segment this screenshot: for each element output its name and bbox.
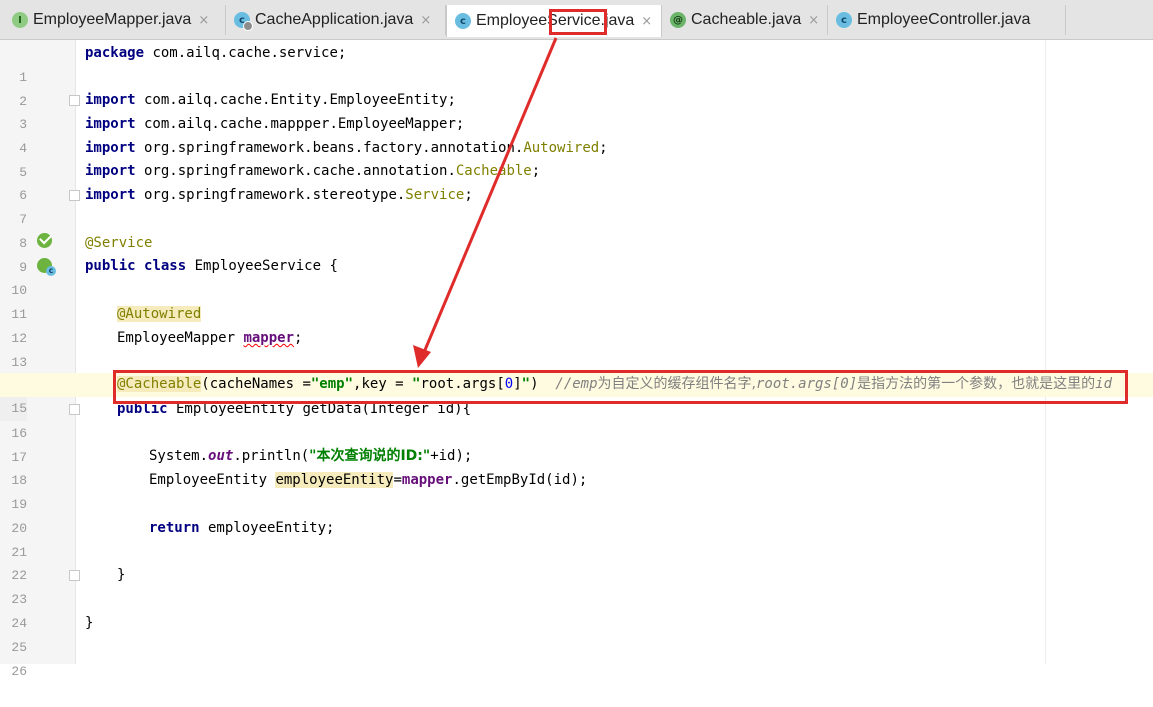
code-keyword: public: [85, 258, 136, 274]
code-annotation: @Autowired: [117, 306, 202, 322]
tab-employee-controller[interactable]: c EmployeeController.java: [828, 5, 1066, 35]
code-annotation: @Service: [85, 235, 153, 251]
code-line-1: 1 package com.ailq.cache.service;: [0, 42, 1153, 85]
code-annotation: Cacheable: [455, 163, 532, 179]
code-text: }: [85, 615, 94, 631]
code-line-23: 23 }: [0, 564, 1153, 607]
code-text: .println(: [233, 448, 310, 464]
fold-icon[interactable]: [69, 404, 80, 415]
code-line-9: 9 @Service: [0, 232, 1153, 275]
close-icon[interactable]: ×: [641, 14, 652, 29]
highlight-box-cacheable-line: [113, 370, 1128, 404]
fold-icon[interactable]: [69, 570, 80, 581]
code-line-10: 10 public class EmployeeService {: [0, 255, 1153, 298]
code-text: org.springframework.beans.factory.annota…: [135, 140, 524, 156]
code-text: com.ailq.cache.service;: [144, 45, 347, 61]
code-line-21: 21 return employeeEntity;: [0, 517, 1153, 560]
code-text: ;: [294, 330, 303, 346]
code-text: EmployeeEntity: [149, 472, 276, 488]
close-icon[interactable]: ×: [808, 13, 819, 28]
code-line-11: 11: [0, 279, 1153, 322]
code-line-7: 7 import org.springframework.stereotype.…: [0, 184, 1153, 227]
code-annotation: Autowired: [523, 140, 600, 156]
fold-icon[interactable]: [69, 190, 80, 201]
code-text: ;: [464, 187, 473, 203]
code-text: +id);: [430, 448, 473, 464]
code-field: mapper: [243, 330, 295, 346]
spring-bean-icon[interactable]: [37, 233, 52, 248]
code-string: "本次查询说的ID:": [309, 448, 431, 464]
code-text: employeeEntity;: [199, 520, 335, 536]
code-keyword: import: [85, 163, 136, 179]
code-line-22: 22: [0, 540, 1153, 583]
code-field: mapper: [401, 472, 453, 488]
code-text: .getEmpById(id);: [452, 472, 588, 488]
code-text: EmployeeMapper: [117, 330, 244, 346]
close-icon[interactable]: ×: [198, 13, 209, 28]
code-line-24: 24: [0, 588, 1153, 631]
code-text: EmployeeService {: [186, 258, 338, 274]
code-text: =: [393, 472, 402, 488]
code-text: }: [117, 567, 126, 583]
code-text: org.springframework.cache.annotation.: [135, 163, 456, 179]
code-line-2: 2: [0, 66, 1153, 109]
code-text: com.ailq.cache.mappper.EmployeeMapper;: [135, 116, 465, 132]
annotation-file-icon: @: [670, 12, 686, 28]
code-text: com.ailq.cache.Entity.EmployeeEntity;: [135, 92, 456, 108]
tab-employee-mapper[interactable]: I EmployeeMapper.java ×: [4, 5, 226, 35]
tab-label: CacheApplication.java: [255, 11, 414, 28]
code-line-6: 6 import org.springframework.cache.annot…: [0, 160, 1153, 203]
code-line-3: 3 import com.ailq.cache.Entity.EmployeeE…: [0, 89, 1153, 132]
code-keyword: package: [85, 45, 145, 61]
line-number: 26: [11, 663, 27, 679]
code-keyword: import: [85, 140, 136, 156]
code-line-17: 17: [0, 422, 1153, 465]
code-line-4: 4 import com.ailq.cache.mappper.Employee…: [0, 113, 1153, 156]
code-line-12: 12 @Autowired: [0, 303, 1153, 346]
highlight-box-tab-service: [549, 9, 607, 35]
code-text: org.springframework.stereotype.: [135, 187, 406, 203]
code-line-8: 8: [0, 208, 1153, 251]
code-text: ;: [599, 140, 608, 156]
code-variable: employeeEntity: [275, 472, 394, 488]
code-line-19: 19 EmployeeEntity employeeEntity=mapper.…: [0, 469, 1153, 512]
code-static-field: out: [208, 448, 234, 464]
fold-icon[interactable]: [69, 95, 80, 106]
tab-label: EmployeeController.java: [857, 11, 1031, 28]
tab-label: EmployeeMapper.java: [33, 11, 192, 28]
code-keyword: import: [85, 116, 136, 132]
code-keyword: import: [85, 187, 136, 203]
code-keyword: class: [144, 258, 187, 274]
class-file-icon: c: [836, 12, 852, 28]
code-line-20: 20: [0, 493, 1153, 536]
spring-class-bean-icon[interactable]: [37, 258, 56, 276]
code-line-5: 5 import org.springframework.beans.facto…: [0, 137, 1153, 180]
class-file-icon: c: [455, 13, 471, 29]
tab-cacheable[interactable]: @ Cacheable.java ×: [662, 5, 828, 35]
code-line-26: 26: [0, 636, 1153, 679]
code-keyword: return: [149, 520, 200, 536]
spring-app-class-icon: c: [234, 12, 253, 31]
code-line-25: 25 }: [0, 612, 1153, 655]
code-text: System.: [149, 448, 209, 464]
code-line-18: 18 System.out.println("本次查询说的ID:"+id);: [0, 445, 1153, 488]
tab-label: Cacheable.java: [691, 11, 802, 28]
code-line-13: 13 EmployeeMapper mapper;: [0, 327, 1153, 370]
code-keyword: import: [85, 92, 136, 108]
code-annotation: Service: [405, 187, 465, 203]
close-icon[interactable]: ×: [420, 13, 431, 28]
tab-cache-application[interactable]: c CacheApplication.java ×: [226, 5, 446, 35]
code-text: ;: [531, 163, 541, 179]
interface-file-icon: I: [12, 12, 28, 28]
